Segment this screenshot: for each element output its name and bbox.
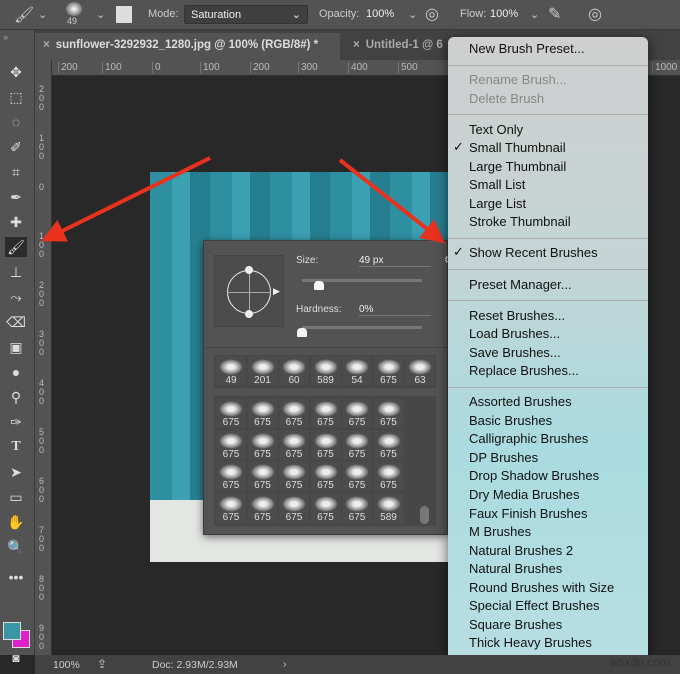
chevron-right-icon[interactable]: › xyxy=(283,658,287,670)
menu-item-load-brushes[interactable]: Load Brushes... xyxy=(469,325,560,343)
menu-item-assorted-brushes[interactable]: Assorted Brushes xyxy=(469,393,572,411)
menu-item-replace-brushes[interactable]: Replace Brushes... xyxy=(469,362,579,380)
checkmark-icon: ✓ xyxy=(453,244,464,260)
menu-item-text-only[interactable]: Text Only xyxy=(469,121,523,139)
menu-separator xyxy=(448,65,648,66)
menu-item-new-brush-preset[interactable]: New Brush Preset... xyxy=(469,40,585,58)
menu-separator xyxy=(448,269,648,270)
menu-item-save-brushes[interactable]: Save Brushes... xyxy=(469,344,561,362)
menu-item-show-recent-brushes[interactable]: Show Recent Brushes xyxy=(469,244,598,262)
menu-separator xyxy=(448,114,648,115)
menu-item-stroke-thumbnail[interactable]: Stroke Thumbnail xyxy=(469,213,571,231)
menu-item-natural-brushes[interactable]: Natural Brushes xyxy=(469,560,562,578)
menu-item-special-effect-brushes[interactable]: Special Effect Brushes xyxy=(469,597,600,615)
menu-item-square-brushes[interactable]: Square Brushes xyxy=(469,616,562,634)
menu-item-round-brushes-with-size[interactable]: Round Brushes with Size xyxy=(469,579,614,597)
foreground-color-swatch[interactable] xyxy=(3,622,21,640)
menu-item-large-list[interactable]: Large List xyxy=(469,195,526,213)
menu-separator xyxy=(448,387,648,388)
menu-item-dp-brushes[interactable]: DP Brushes xyxy=(469,449,538,467)
menu-item-reset-brushes[interactable]: Reset Brushes... xyxy=(469,307,565,325)
menu-item-small-thumbnail[interactable]: Small Thumbnail xyxy=(469,139,566,157)
doc-size: Doc: 2.93M/2.93M xyxy=(152,659,238,671)
menu-item-dry-media-brushes[interactable]: Dry Media Brushes xyxy=(469,486,580,504)
share-icon[interactable]: ⇪ xyxy=(97,657,107,671)
red-arrow-to-gear xyxy=(340,160,436,236)
menu-item-basic-brushes[interactable]: Basic Brushes xyxy=(469,412,552,430)
menu-item-preset-manager[interactable]: Preset Manager... xyxy=(469,276,572,294)
watermark: wsxdn.com xyxy=(610,655,670,669)
menu-separator xyxy=(448,238,648,239)
red-arrow-to-brush-tool xyxy=(52,158,210,236)
menu-item-rename-brush: Rename Brush... xyxy=(469,71,567,89)
menu-item-faux-finish-brushes[interactable]: Faux Finish Brushes xyxy=(469,505,588,523)
menu-item-delete-brush: Delete Brush xyxy=(469,90,544,108)
menu-item-drop-shadow-brushes[interactable]: Drop Shadow Brushes xyxy=(469,467,599,485)
checkmark-icon: ✓ xyxy=(453,139,464,155)
menu-item-natural-brushes-2[interactable]: Natural Brushes 2 xyxy=(469,542,573,560)
menu-item-thick-heavy-brushes[interactable]: Thick Heavy Brushes xyxy=(469,634,592,652)
menu-separator xyxy=(448,300,648,301)
zoom-level[interactable]: 100% xyxy=(53,659,80,671)
menu-item-calligraphic-brushes[interactable]: Calligraphic Brushes xyxy=(469,430,588,448)
status-bar: 100% ⇪ Doc: 2.93M/2.93M › xyxy=(35,655,680,674)
brush-panel-menu: New Brush Preset... Rename Brush...Delete… xyxy=(448,37,648,670)
menu-item-large-thumbnail[interactable]: Large Thumbnail xyxy=(469,158,566,176)
menu-item-small-list[interactable]: Small List xyxy=(469,176,525,194)
menu-item-m-brushes[interactable]: M Brushes xyxy=(469,523,531,541)
